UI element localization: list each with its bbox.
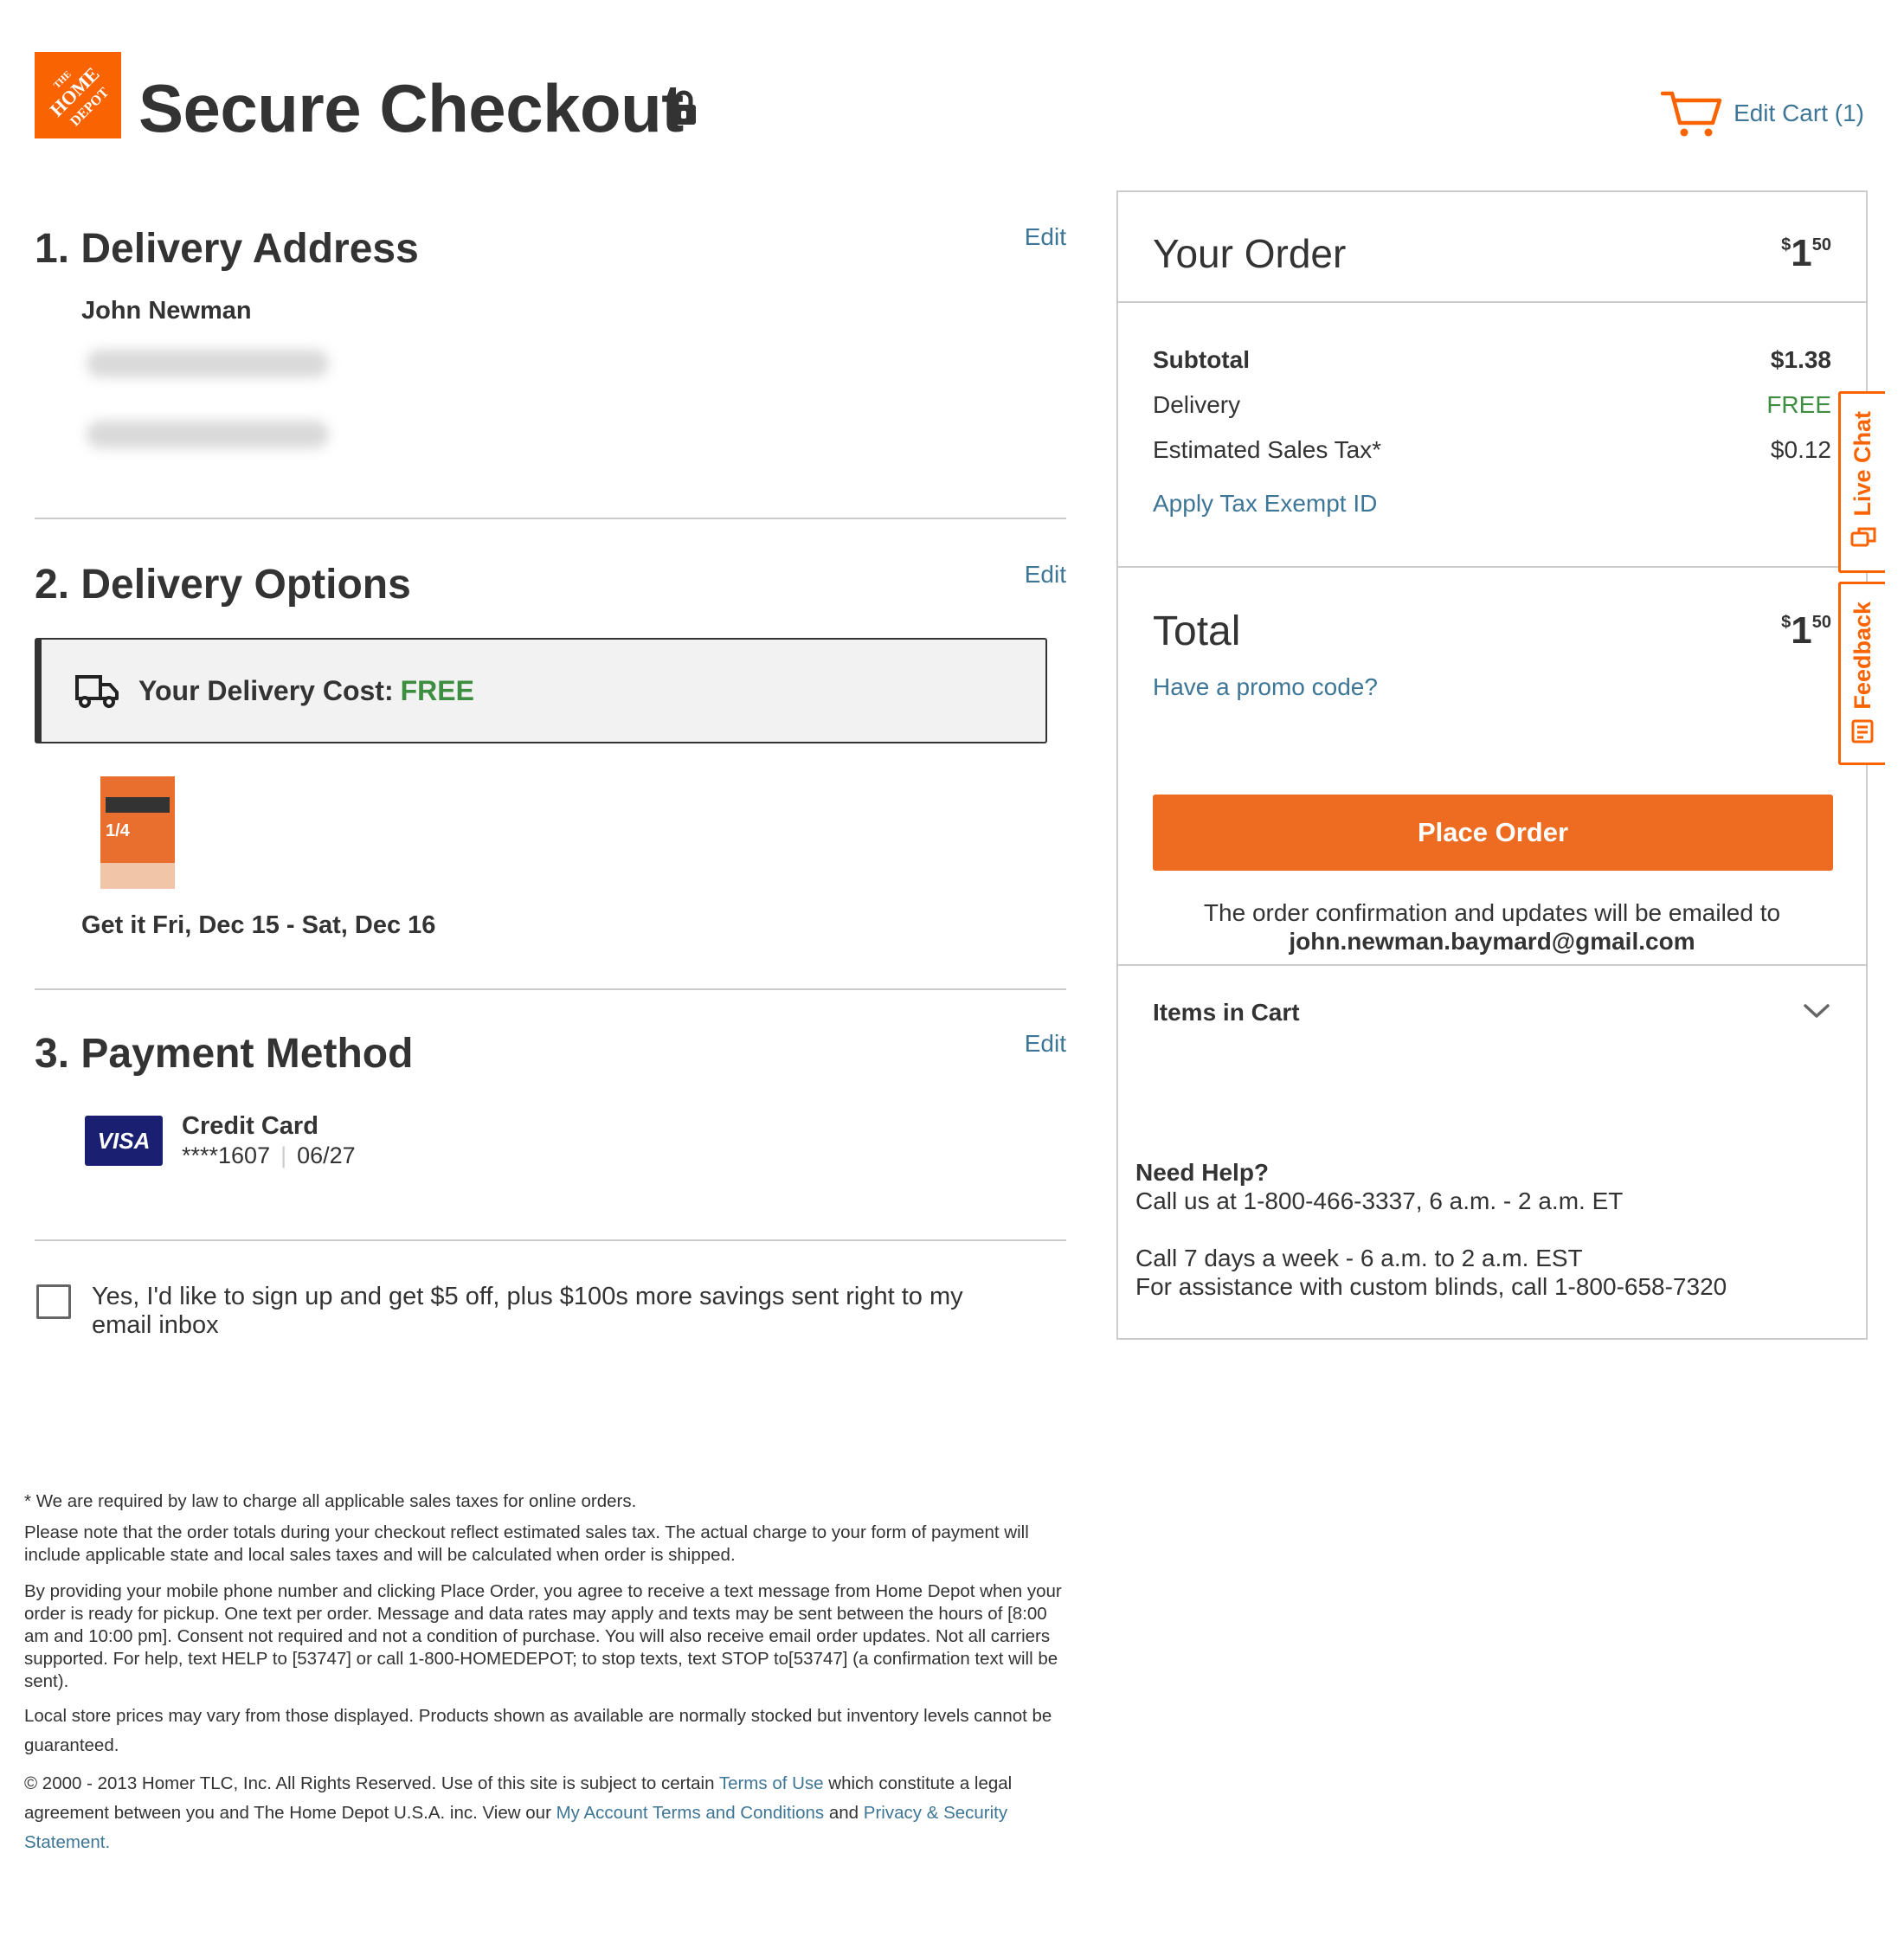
card-separator: | [280,1142,287,1168]
delivery-cost-value: FREE [400,674,474,706]
copyright-note: © 2000 - 2013 Homer TLC, Inc. All Rights… [24,1769,1071,1857]
items-in-cart-label[interactable]: Items in Cart [1153,999,1300,1026]
lock-icon [670,90,698,126]
tax-note-mark: * [24,1491,31,1511]
page-title: Secure Checkout [138,70,684,146]
delivery-label: Delivery [1153,391,1241,418]
delivery-value: FREE [1766,391,1831,418]
your-order-title: Your Order [1153,231,1347,276]
edit-address-link[interactable]: Edit [1025,223,1066,251]
payment-method-title: 3. Payment Method [35,1031,414,1077]
subtotal-row: Subtotal $1.38 [1153,346,1831,391]
delivery-options-title: 2. Delivery Options [35,562,411,608]
order-price-cents: 50 [1811,235,1831,254]
card-number: ****1607 [182,1142,271,1168]
terms-of-use-link[interactable]: Terms of Use [719,1773,824,1793]
order-price-dollars: 1 [1791,232,1812,274]
confirmation-text: The order confirmation and updates will … [1203,899,1781,926]
cart-icon [1661,91,1722,137]
tax-label: Estimated Sales Tax* [1153,436,1382,463]
tax-value: $0.12 [1770,436,1831,463]
order-price-currency: $ [1781,235,1791,254]
edit-payment-link[interactable]: Edit [1025,1030,1066,1058]
delivery-cost-label: Your Delivery Cost: [138,674,394,706]
edit-cart-label[interactable]: Edit Cart (1) [1734,100,1864,127]
tax-row: Estimated Sales Tax* $0.12 [1153,436,1831,481]
edit-cart-link[interactable]: Edit Cart (1) [1661,88,1864,138]
total-price-dollars: 1 [1791,609,1812,652]
card-expiry: 06/27 [297,1142,356,1168]
redacted-address-line [87,350,329,377]
product-thumbnail-text: 1/4 [106,821,130,840]
delivery-options-section: 2. Delivery Options Edit Your Delivery C… [35,519,1066,990]
feedback-tab[interactable]: Feedback [1838,582,1885,765]
promo-code-link[interactable]: Have a promo code? [1153,673,1378,701]
total-price-currency: $ [1781,613,1791,632]
place-order-button[interactable]: Place Order [1153,795,1833,871]
copyright-text: © 2000 - 2013 Homer TLC, Inc. All Rights… [24,1773,715,1793]
email-signup-label[interactable]: Yes, I'd like to sign up and get $5 off,… [92,1283,1009,1340]
truck-icon [75,675,119,708]
visa-logo: VISA [85,1116,163,1166]
estimate-note: Please note that the order totals during… [24,1522,1029,1565]
redacted-address-line [87,421,329,448]
checkout-steps: 1. Delivery Address Edit John Newman 2. … [35,190,1066,1340]
email-signup-checkbox[interactable] [36,1284,71,1319]
help-hours: Call 7 days a week - 6 a.m. to 2 a.m. ES… [1135,1245,1583,1271]
subtotal-value: $1.38 [1770,346,1831,373]
prices-note: Local store prices may vary from those d… [24,1706,1052,1755]
delivery-address-title: 1. Delivery Address [35,226,419,272]
product-thumbnail[interactable]: 1/4 [100,776,175,889]
live-chat-label: Live Chat [1849,411,1875,517]
delivery-cost-box: Your Delivery Cost: FREE [35,638,1047,743]
address-name: John Newman [81,297,252,325]
items-in-cart[interactable]: Items in Cart [1118,966,1866,1061]
need-help: Need Help? Call us at 1-800-466-3337, 6 … [1135,1158,1727,1301]
help-phone: Call us at 1-800-466-3337, 6 a.m. - 2 a.… [1135,1187,1624,1214]
delivery-address-section: 1. Delivery Address Edit John Newman [35,190,1066,519]
your-order-header: Your Order $150 [1118,192,1866,303]
email-signup: Yes, I'd like to sign up and get $5 off,… [35,1283,1066,1340]
order-summary-panel: Your Order $150 Subtotal $1.38 Delivery … [1116,190,1868,1340]
feedback-icon [1851,719,1873,743]
payment-method-section: 3. Payment Method Edit VISA Credit Card … [35,990,1066,1241]
chat-icon [1850,527,1875,547]
need-help-title: Need Help? [1135,1159,1270,1186]
order-summary: Subtotal $1.38 Delivery FREE Estimated S… [1118,303,1866,568]
confirmation-note: The order confirmation and updates will … [1118,898,1866,956]
delivery-eta: Get it Fri, Dec 15 - Sat, Dec 16 [81,911,436,939]
subtotal-label: Subtotal [1153,346,1250,373]
payment-card: VISA Credit Card ****1607 | 06/27 [85,1112,1066,1169]
confirmation-email: john.newman.baymard@gmail.com [1289,928,1695,955]
feedback-label: Feedback [1849,601,1875,710]
delivery-row: Delivery FREE [1153,391,1831,436]
apply-tax-exempt-link[interactable]: Apply Tax Exempt ID [1153,490,1377,518]
home-depot-logo[interactable]: THE HOME DEPOT [35,52,121,138]
copyright-and: and [828,1803,859,1823]
account-terms-link[interactable]: My Account Terms and Conditions [556,1803,825,1823]
tax-note: We are required by law to charge all app… [35,1491,637,1511]
legal-notes: * We are required by law to charge all a… [24,1490,1071,1866]
total-price-cents: 50 [1811,613,1831,632]
total-price: $150 [1781,609,1831,653]
card-type: Credit Card [182,1112,318,1140]
total-label: Total [1153,608,1241,654]
order-price: $150 [1781,232,1831,275]
live-chat-tab[interactable]: Live Chat [1838,391,1885,573]
help-blinds: For assistance with custom blinds, call … [1135,1273,1727,1300]
edit-delivery-options-link[interactable]: Edit [1025,561,1066,589]
chevron-down-icon[interactable] [1802,1001,1831,1021]
sms-note: By providing your mobile phone number an… [24,1581,1062,1691]
total-section: Total $150 Have a promo code? Place Orde… [1118,568,1866,966]
